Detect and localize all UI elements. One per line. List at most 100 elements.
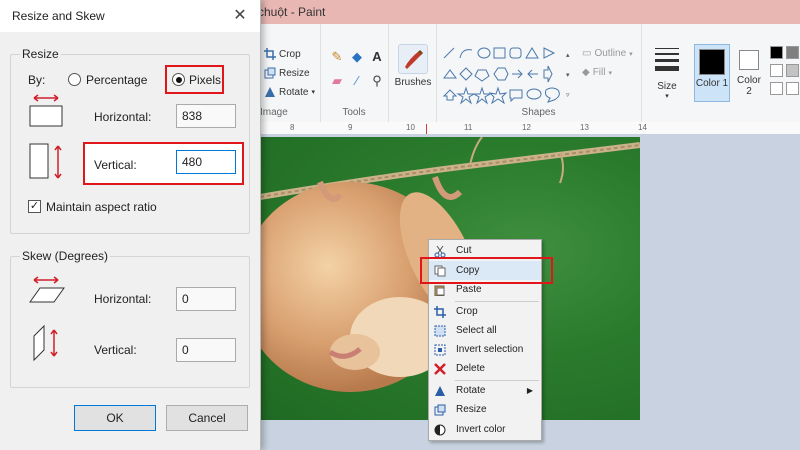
menu-item-delete[interactable]: Delete [429, 359, 541, 378]
brush-icon [398, 44, 428, 74]
horizontal-label: Horizontal: [94, 110, 152, 124]
rotate-label: Rotate [279, 86, 309, 98]
scissors-icon [433, 244, 447, 258]
rotate-icon [264, 86, 276, 98]
color2-button[interactable]: Color 2 [734, 44, 764, 97]
menu-item-label: Cut [456, 245, 472, 256]
fill-icon: ◆ [582, 67, 590, 78]
fill-label: Fill [592, 67, 606, 78]
delete-icon [433, 362, 447, 376]
outline-label: Outline [594, 48, 627, 59]
size-icon [655, 48, 679, 71]
menu-item-invert-selection[interactable]: Invert selection [429, 340, 541, 359]
resize-icon [264, 67, 276, 79]
skew-vertical-field[interactable]: 0 [176, 338, 236, 362]
percentage-radio[interactable] [68, 73, 81, 86]
shapes-group: ▴ ▾ ▿ ▭ Outline ▾ ◆ Fill ▾ Shapes [436, 24, 642, 122]
pencil-icon[interactable]: ✎ [330, 50, 344, 64]
brushes-group: Brushes [388, 24, 437, 122]
skew-horizontal-field[interactable]: 0 [176, 287, 236, 311]
chevron-down-icon: ▾ [311, 89, 315, 96]
chevron-down-icon: ▾ [665, 93, 669, 100]
skew-horizontal-icon [29, 276, 65, 303]
crop-icon [433, 305, 447, 319]
color1-swatch [699, 49, 725, 75]
resize-horizontal-icon [29, 94, 63, 127]
shapes-gallery[interactable] [442, 46, 582, 106]
ruler-tick: 13 [580, 123, 589, 132]
resize-legend: Resize [20, 47, 61, 61]
menu-item-label: Select all [456, 325, 497, 336]
outline-button[interactable]: ▭ Outline ▾ [582, 48, 633, 59]
fill-button[interactable]: ◆ Fill ▾ [582, 67, 612, 78]
menu-item-label: Paste [456, 284, 482, 295]
tools-group: ✎ ◆ A ▰ ⁄ ⚲ Tools [320, 24, 389, 122]
outline-icon: ▭ [582, 48, 592, 59]
maintain-aspect-ratio-label[interactable]: Maintain aspect ratio [46, 200, 157, 214]
palette-swatch[interactable] [786, 46, 799, 59]
ruler-tick: 14 [638, 123, 647, 132]
crop-ribbon-button[interactable]: Crop [264, 48, 301, 60]
resize-icon [433, 403, 447, 417]
text-tool-icon[interactable]: A [370, 50, 384, 64]
magnifier-icon[interactable]: ⚲ [370, 74, 384, 88]
dialog-title-bar: Resize and Skew ✕ [0, 0, 260, 32]
brushes-label: Brushes [394, 77, 432, 88]
invert-selection-icon [433, 343, 447, 357]
skew-vertical-label: Vertical: [94, 343, 137, 357]
pixels-highlight-box [165, 65, 224, 94]
ruler-tick: 11 [464, 123, 473, 132]
palette-swatch[interactable] [770, 46, 783, 59]
eraser-icon[interactable]: ▰ [330, 74, 344, 88]
horizontal-field[interactable]: 838 [176, 104, 236, 128]
select-all-icon [433, 324, 447, 338]
close-icon[interactable]: ✕ [230, 6, 250, 26]
cancel-button[interactable]: Cancel [166, 405, 248, 431]
ruler-tick: 9 [348, 123, 353, 132]
color1-label: Color 1 [695, 78, 729, 89]
menu-item-crop[interactable]: Crop [429, 302, 541, 321]
chevron-down-icon: ▾ [629, 50, 633, 58]
rotate-ribbon-button[interactable]: Rotate ▾ [264, 86, 315, 98]
resize-ribbon-button[interactable]: Resize [264, 67, 310, 79]
skew-legend: Skew (Degrees) [20, 249, 111, 263]
chevron-down-icon: ▾ [608, 69, 612, 77]
size-label: Size [657, 81, 677, 92]
resize-vertical-icon [29, 143, 62, 179]
color1-button[interactable]: Color 1 [694, 44, 730, 102]
size-button[interactable]: Size ▾ [648, 44, 686, 100]
image-group-label: Image [260, 107, 288, 118]
ruler-tick: 12 [522, 123, 531, 132]
rotate-icon [433, 384, 447, 398]
shapes-scroll[interactable]: ▴ ▾ ▿ [566, 46, 570, 106]
brushes-button[interactable]: Brushes [394, 44, 432, 88]
palette-swatch[interactable] [786, 64, 799, 77]
ok-button[interactable]: OK [74, 405, 156, 431]
menu-item-select-all[interactable]: Select all [429, 321, 541, 340]
crop-icon [264, 48, 276, 60]
resize-skew-dialog: Resize and Skew ✕ Resize By: Percentage … [0, 0, 261, 450]
menu-item-invert-color[interactable]: Invert color [429, 420, 541, 439]
color2-label: Color 2 [737, 75, 761, 97]
menu-item-rotate[interactable]: Rotate ▶ [429, 381, 541, 400]
vertical-highlight-box [83, 142, 244, 185]
fill-bucket-icon[interactable]: ◆ [350, 50, 364, 64]
palette-swatch[interactable] [770, 82, 783, 95]
color-picker-icon[interactable]: ⁄ [350, 74, 364, 88]
menu-item-resize[interactable]: Resize [429, 400, 541, 419]
shapes-group-label: Shapes [521, 107, 556, 118]
ruler-tick: 8 [290, 123, 295, 132]
menu-item-label: Rotate [456, 385, 486, 396]
menu-item-label: Invert selection [456, 344, 524, 355]
skew-vertical-icon [33, 324, 58, 362]
maintain-aspect-ratio-checkbox[interactable]: ✓ [28, 200, 41, 213]
menu-item-label: Delete [456, 363, 485, 374]
ruler-tick: 10 [406, 123, 415, 132]
resize-label: Resize [279, 67, 310, 79]
image-group: Crop Resize Rotate ▾ Image [258, 24, 321, 122]
paste-icon [433, 283, 447, 297]
invert-color-icon [433, 423, 447, 437]
percentage-label[interactable]: Percentage [86, 73, 147, 87]
palette-swatch[interactable] [770, 64, 783, 77]
palette-swatch[interactable] [786, 82, 799, 95]
